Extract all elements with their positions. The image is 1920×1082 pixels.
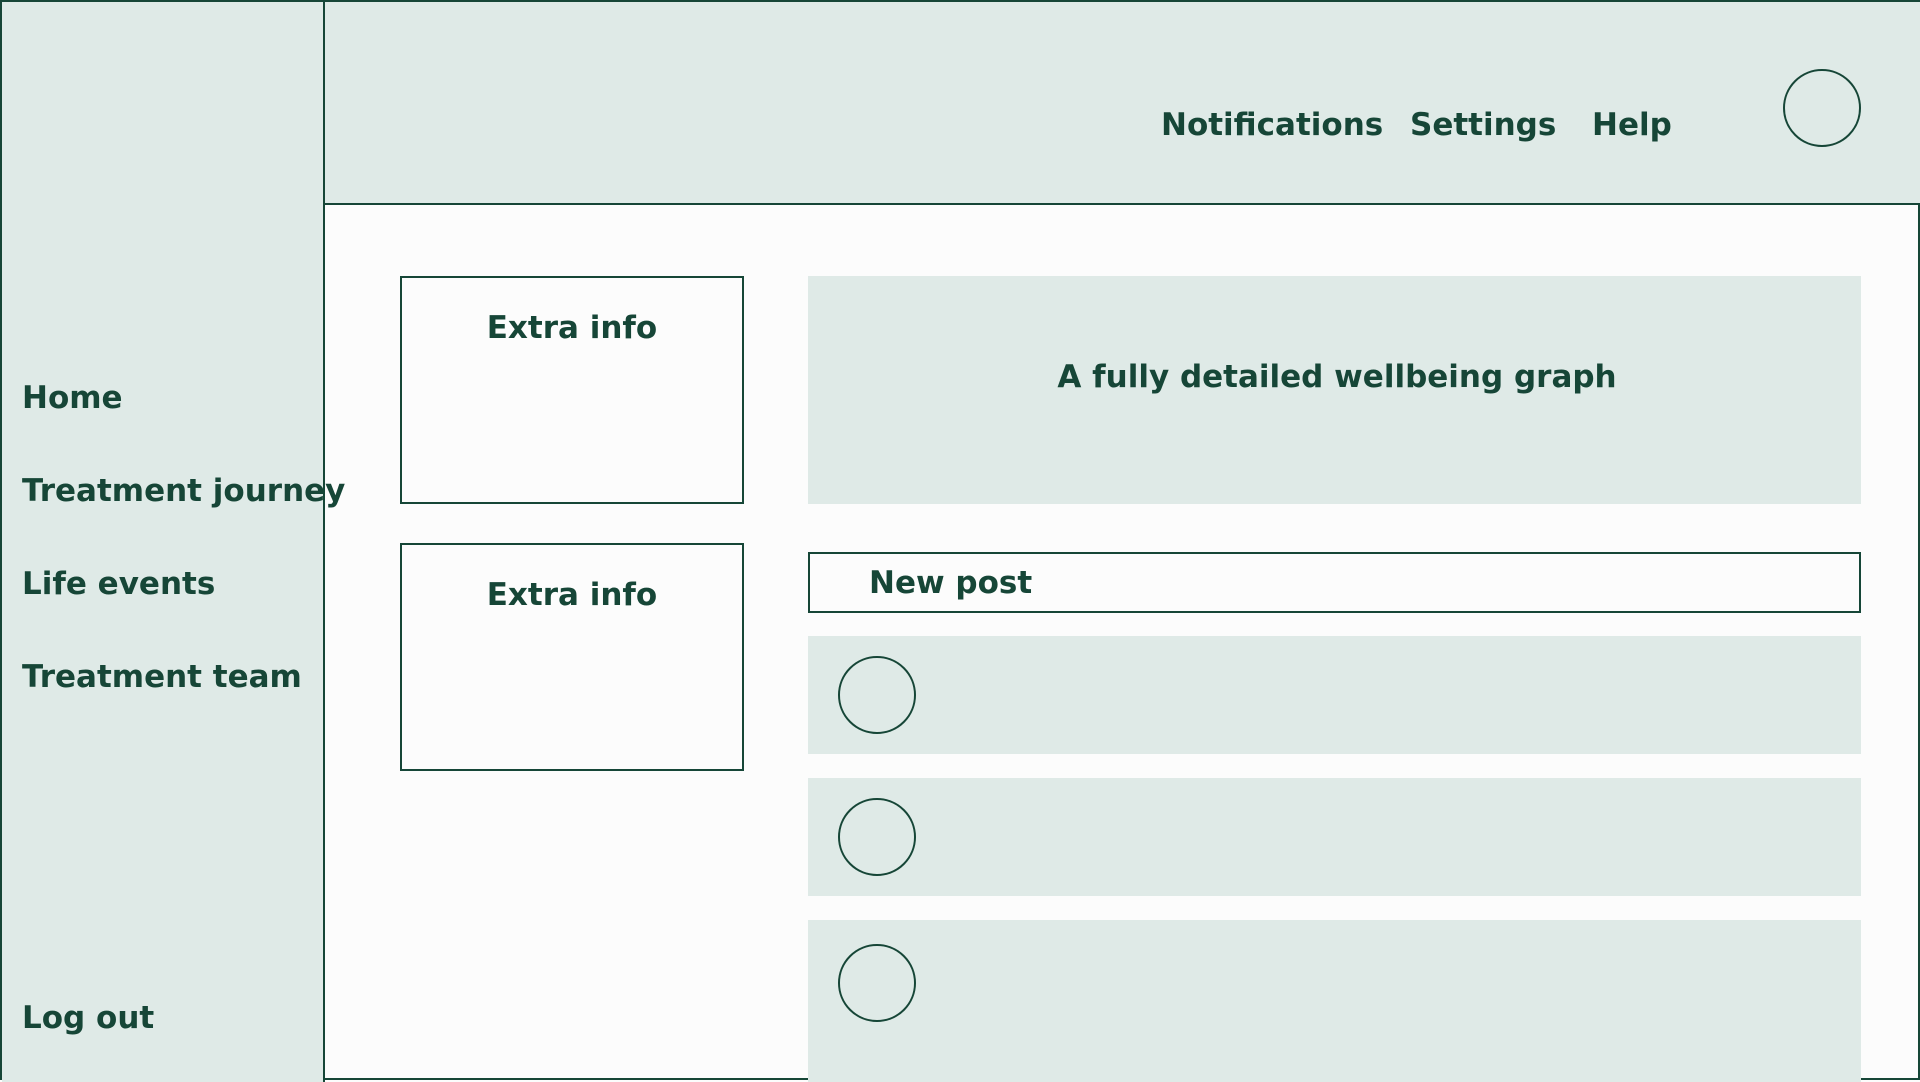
sidebar-item-treatment-journey[interactable]: Treatment journey [22,473,345,509]
wellbeing-graph-placeholder: A fully detailed wellbeing graph [808,276,1861,504]
profile-avatar-icon[interactable] [1783,69,1861,147]
post-item[interactable] [808,636,1861,754]
top-header: Notifications Settings Help [325,2,1920,205]
sidebar-item-life-events[interactable]: Life events [22,566,215,602]
sidebar-item-home[interactable]: Home [22,380,123,416]
new-post-label: New post [869,565,1033,601]
extra-info-title: Extra info [486,310,658,346]
settings-link[interactable]: Settings [1410,107,1556,143]
post-item[interactable] [808,778,1861,896]
post-avatar-icon [838,798,916,876]
logout-link[interactable]: Log out [22,1000,154,1036]
extra-info-card: Extra info [400,276,744,504]
help-link[interactable]: Help [1592,107,1672,143]
app-frame: Home Treatment journey Life events Treat… [0,0,1920,1082]
sidebar-item-treatment-team[interactable]: Treatment team [22,659,302,695]
extra-info-title: Extra info [486,577,658,613]
sidebar: Home Treatment journey Life events Treat… [2,2,345,1082]
post-avatar-icon [838,656,916,734]
post-avatar-icon [838,944,916,1022]
new-post-button[interactable]: New post [808,552,1861,613]
notifications-link[interactable]: Notifications [1161,107,1383,143]
wellbeing-graph-label: A fully detailed wellbeing graph [1057,359,1617,395]
post-item[interactable] [808,920,1861,1082]
extra-info-card: Extra info [400,543,744,771]
